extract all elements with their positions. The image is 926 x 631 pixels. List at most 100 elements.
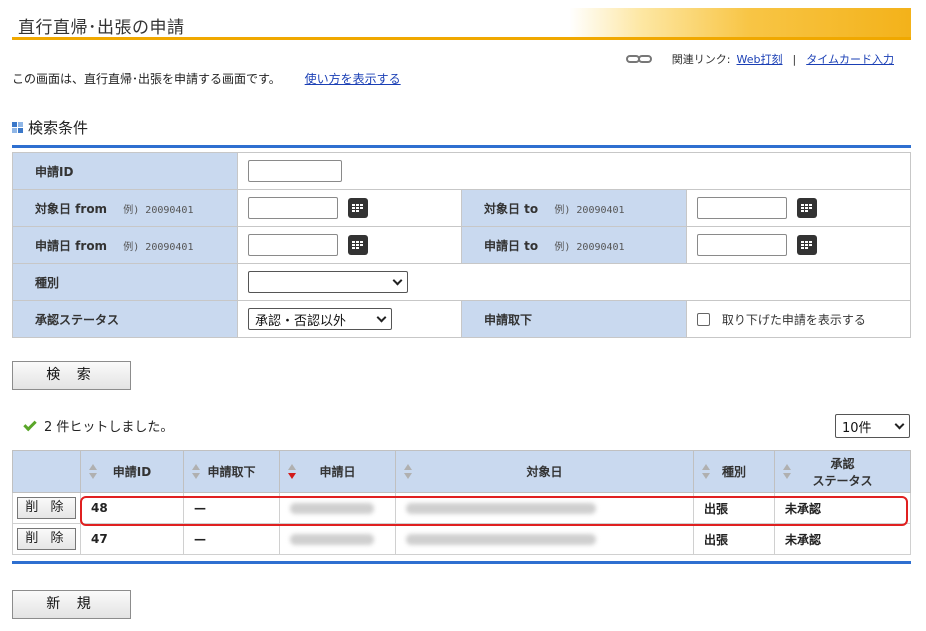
sort-icon[interactable] [702, 464, 711, 480]
target-to-example: 例) 20090401 [554, 204, 625, 216]
withdraw-label: 申請取下 [461, 300, 687, 338]
page-description: この画面は、直行直帰･出張を申請する画面です。 使い方を表示する [12, 70, 401, 87]
row-actions: 削 除 [12, 492, 81, 524]
related-links-separator: | [792, 52, 797, 66]
apply-to-cell [686, 226, 911, 264]
row-status: 承認ステータス 承認・否認以外 申請取下 取り下げた申請を表示する [12, 300, 911, 338]
calendar-icon[interactable] [796, 235, 817, 255]
target-to-input[interactable] [697, 197, 787, 219]
withdraw-cell: 取り下げた申請を表示する [686, 300, 911, 338]
redacted-text [290, 503, 374, 514]
calendar-icon[interactable] [796, 198, 817, 218]
table-row: 削 除 47 — 出張 未承認 [12, 523, 911, 555]
table-row: 削 除 48 — 出張 未承認 [12, 492, 911, 524]
type-select[interactable] [248, 271, 408, 293]
delete-button[interactable]: 削 除 [17, 528, 76, 550]
description-text: この画面は、直行直帰･出張を申請する画面です。 [12, 72, 281, 86]
col-type-header[interactable]: 種別 [693, 450, 775, 493]
col-target-date-header[interactable]: 対象日 [395, 450, 694, 493]
chevron-down-icon [376, 312, 387, 322]
apply-from-label-cell: 申請日 from 例) 20090401 [12, 226, 238, 264]
redacted-text [406, 503, 596, 514]
redacted-text [406, 534, 596, 545]
hits-text: 2 件ヒットしました。 [44, 420, 174, 435]
sort-icon[interactable] [192, 464, 201, 480]
application-id-cell [237, 152, 911, 190]
col-withdraw-label: 申請取下 [207, 465, 256, 479]
col-status-label-2: ステータス [812, 473, 873, 488]
row-target-date-redacted [395, 492, 694, 524]
row-target-date: 対象日 from 例) 20090401 対象日 to 例) 20090401 [12, 189, 911, 227]
target-from-label-cell: 対象日 from 例) 20090401 [12, 189, 238, 227]
search-section-label: 検索条件 [28, 119, 89, 137]
col-apply-date-header[interactable]: 申請日 [279, 450, 396, 493]
col-status-label-1: 承認 [830, 456, 855, 471]
status-label: 承認ステータス [12, 300, 238, 338]
withdraw-checkbox[interactable] [697, 312, 710, 326]
page-size-value: 10件 [842, 420, 872, 436]
col-status-header[interactable]: 承認 ステータス [774, 450, 911, 493]
sort-icon[interactable] [89, 464, 98, 480]
chevron-down-icon [894, 419, 905, 429]
status-select[interactable]: 承認・否認以外 [248, 308, 392, 330]
search-section-title: 検索条件 [12, 117, 88, 138]
howto-link[interactable]: 使い方を表示する [305, 72, 401, 86]
link-timecard-input[interactable]: タイムカード入力 [806, 51, 894, 67]
row-type: 種別 [12, 263, 911, 301]
search-top-rule [12, 145, 911, 148]
row-id: 48 [80, 492, 184, 524]
row-type: 出張 [693, 523, 775, 555]
link-web-punch[interactable]: Web打刻 [737, 51, 783, 67]
col-type-label: 種別 [721, 465, 746, 479]
row-application-id: 申請ID [12, 152, 911, 190]
apply-from-label: 申請日 from [35, 238, 108, 253]
chevron-down-icon [392, 275, 403, 285]
target-from-example: 例) 20090401 [123, 204, 194, 216]
application-id-label: 申請ID [12, 152, 238, 190]
sort-desc-active-icon[interactable] [288, 464, 297, 480]
col-withdraw-header[interactable]: 申請取下 [183, 450, 280, 493]
col-target-date-label: 対象日 [526, 465, 563, 479]
target-from-input[interactable] [248, 197, 338, 219]
col-apply-date-label: 申請日 [319, 465, 356, 479]
section-grid-icon [12, 122, 23, 133]
withdraw-checkbox-label[interactable]: 取り下げた申請を表示する [722, 313, 866, 327]
delete-button[interactable]: 削 除 [17, 497, 76, 519]
row-status: 未承認 [774, 523, 911, 555]
col-id-header[interactable]: 申請ID [80, 450, 184, 493]
row-apply-date-redacted [279, 492, 396, 524]
calendar-icon[interactable] [347, 198, 368, 218]
apply-from-input[interactable] [248, 234, 338, 256]
sort-icon[interactable] [404, 464, 413, 480]
row-status: 未承認 [774, 492, 911, 524]
status-cell: 承認・否認以外 [237, 300, 462, 338]
search-button[interactable]: 検 索 [12, 361, 131, 390]
row-actions: 削 除 [12, 523, 81, 555]
related-links-label: 関連リンク: [671, 53, 731, 66]
hits-count: 2 件ヒットしました。 [23, 416, 174, 435]
sort-icon[interactable] [783, 464, 792, 480]
row-id: 47 [80, 523, 184, 555]
apply-to-label: 申請日 to [484, 238, 539, 253]
apply-to-example: 例) 20090401 [554, 241, 625, 253]
apply-to-input[interactable] [697, 234, 787, 256]
page-title: 直行直帰･出張の申請 [18, 18, 185, 38]
row-withdraw: — [183, 523, 280, 555]
page-size-select[interactable]: 10件 [835, 414, 910, 438]
col-id-label: 申請ID [112, 465, 152, 479]
new-button[interactable]: 新 規 [12, 590, 131, 619]
apply-from-example: 例) 20090401 [123, 241, 194, 253]
search-conditions-table: 申請ID 対象日 from 例) 20090401 対象日 to 例) 2009… [12, 152, 911, 338]
target-to-cell [686, 189, 911, 227]
target-to-label: 対象日 to [484, 201, 539, 216]
type-label: 種別 [12, 263, 238, 301]
apply-from-cell [237, 226, 462, 264]
row-apply-date: 申請日 from 例) 20090401 申請日 to 例) 20090401 [12, 226, 911, 264]
results-header-row: 申請ID 申請取下 申請日 対象日 種別 承認 ステータス [12, 450, 911, 493]
results-bottom-rule [12, 561, 911, 564]
calendar-icon[interactable] [347, 235, 368, 255]
results-table: 申請ID 申請取下 申請日 対象日 種別 承認 ステータス 削 除 48 — 出… [12, 450, 911, 555]
row-target-date-redacted [395, 523, 694, 555]
application-id-input[interactable] [248, 160, 342, 182]
target-from-cell [237, 189, 462, 227]
